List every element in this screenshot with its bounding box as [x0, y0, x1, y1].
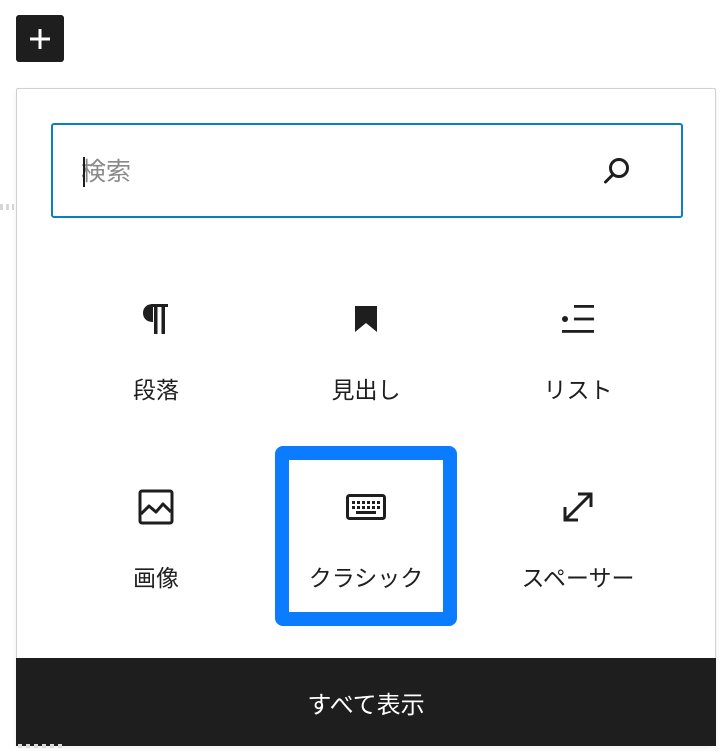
browse-all-button[interactable]: すべて表示 — [16, 658, 716, 746]
search-input[interactable] — [81, 145, 581, 197]
block-inserter-panel: 段落 見出し リスト 画像 — [16, 88, 716, 746]
block-label: 段落 — [133, 378, 179, 404]
block-label: スペーサー — [521, 566, 635, 592]
paragraph-icon — [136, 299, 176, 339]
image-icon — [136, 487, 176, 527]
heading-bookmark-icon — [346, 299, 386, 339]
block-item-classic[interactable]: クラシック — [281, 447, 451, 617]
block-item-list[interactable]: リスト — [493, 259, 663, 429]
search-box[interactable] — [51, 123, 683, 218]
block-label: 見出し — [331, 378, 401, 404]
text-caret — [83, 157, 85, 187]
block-item-image[interactable]: 画像 — [71, 447, 241, 617]
block-item-spacer[interactable]: スペーサー — [493, 447, 663, 617]
keyboard-icon — [346, 487, 386, 527]
edge-decoration — [0, 204, 14, 210]
block-item-paragraph[interactable]: 段落 — [71, 259, 241, 429]
block-label: クラシック — [308, 566, 424, 592]
block-label: 画像 — [133, 566, 179, 592]
block-item-heading[interactable]: 見出し — [281, 259, 451, 429]
edge-decoration-bottom — [18, 744, 62, 748]
plus-icon — [30, 28, 50, 49]
resize-arrows-icon — [558, 487, 598, 527]
browse-all-label: すべて表示 — [307, 690, 425, 719]
search-icon[interactable] — [601, 155, 633, 187]
list-icon — [558, 299, 598, 339]
block-label: リスト — [543, 378, 613, 404]
add-block-button[interactable] — [16, 15, 64, 62]
